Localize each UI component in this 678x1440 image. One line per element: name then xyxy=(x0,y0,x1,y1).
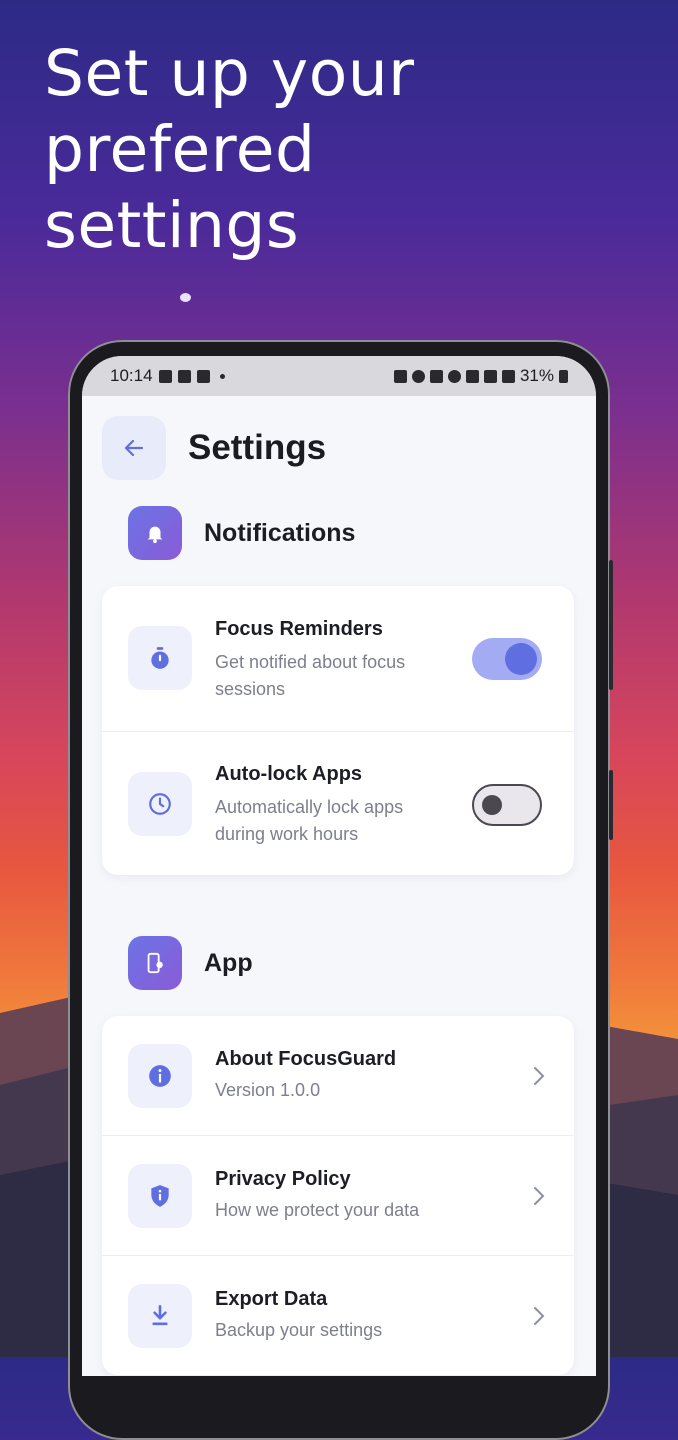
setting-row-auto-lock-apps[interactable]: Auto-lock Apps Automatically lock apps d… xyxy=(102,732,574,875)
setting-row-export-data[interactable]: Export Data Backup your settings xyxy=(102,1256,574,1375)
row-title: Export Data xyxy=(215,1288,328,1310)
row-subtitle-line: Automatically lock apps xyxy=(215,797,404,817)
download-icon xyxy=(128,1284,192,1348)
phone-side-button xyxy=(609,770,613,840)
info-icon xyxy=(128,1044,192,1108)
headline-line-2: settings xyxy=(44,189,300,262)
row-subtitle-line: during work hours xyxy=(215,824,359,844)
phone-side-button xyxy=(609,560,613,690)
device-settings-icon xyxy=(128,936,182,990)
chevron-right-icon xyxy=(534,1187,545,1205)
battery-saver-icon xyxy=(393,369,407,383)
volte-icon xyxy=(465,369,479,383)
mute-icon xyxy=(429,369,443,383)
section-header-notifications: Notifications xyxy=(128,506,355,560)
chevron-right-icon xyxy=(534,1307,545,1325)
back-button[interactable] xyxy=(102,416,166,480)
chevron-right-icon xyxy=(534,1067,545,1085)
shield-icon xyxy=(128,1164,192,1228)
message-icon xyxy=(196,369,210,383)
setting-row-privacy-policy[interactable]: Privacy Policy How we protect your data xyxy=(102,1136,574,1256)
setting-row-focus-reminders[interactable]: Focus Reminders Get notified about focus… xyxy=(102,586,574,732)
phone-screen: 10:14 31% Settings Notifications Focus R… xyxy=(82,356,596,1376)
row-subtitle-line: sessions xyxy=(215,679,286,699)
app-card: About FocusGuard Version 1.0.0 Privacy P… xyxy=(102,1016,574,1375)
signal-icon xyxy=(501,369,515,383)
page-title: Settings xyxy=(188,428,327,467)
notification-icon xyxy=(158,369,172,383)
focus-reminders-toggle[interactable] xyxy=(472,638,542,680)
more-notifications-icon xyxy=(219,373,225,379)
status-time: 10:14 xyxy=(110,366,153,385)
setting-row-about[interactable]: About FocusGuard Version 1.0.0 xyxy=(102,1016,574,1136)
row-text: About FocusGuard Version 1.0.0 xyxy=(215,1048,396,1104)
row-subtitle: Version 1.0.0 xyxy=(215,1080,321,1100)
status-bar: 10:14 31% xyxy=(82,356,596,396)
row-subtitle: Backup your settings xyxy=(215,1320,383,1340)
clock-icon xyxy=(128,772,192,836)
row-subtitle: Automatically lock apps during work hour… xyxy=(215,794,403,848)
headline: Set up your prefered settings xyxy=(44,36,678,264)
row-subtitle-line: Get notified about focus xyxy=(215,652,406,672)
app-bar: Settings xyxy=(102,416,326,480)
row-text: Privacy Policy How we protect your data xyxy=(215,1168,419,1224)
row-text: Export Data Backup your settings xyxy=(215,1288,382,1344)
gallery-icon xyxy=(177,369,191,383)
headline-line-1: Set up your prefered xyxy=(44,37,415,186)
alarm-icon xyxy=(411,369,425,383)
battery-icon xyxy=(559,369,568,383)
toggle-knob xyxy=(505,643,537,675)
row-title: Privacy Policy xyxy=(215,1168,351,1190)
section-header-app: App xyxy=(128,936,253,990)
section-title: Notifications xyxy=(204,518,356,547)
battery-percent: 31% xyxy=(519,366,554,385)
row-title: Auto-lock Apps xyxy=(215,763,363,785)
hotspot-icon xyxy=(447,369,461,383)
stopwatch-icon xyxy=(128,626,192,690)
row-subtitle: How we protect your data xyxy=(215,1200,420,1220)
toggle-knob xyxy=(482,795,502,815)
row-text: Auto-lock Apps Automatically lock apps d… xyxy=(215,763,403,848)
row-text: Focus Reminders Get notified about focus… xyxy=(215,618,405,703)
decorative-dot xyxy=(180,293,191,302)
notifications-card: Focus Reminders Get notified about focus… xyxy=(102,586,574,875)
row-subtitle: Get notified about focus sessions xyxy=(215,649,405,703)
arrow-left-icon xyxy=(124,439,144,457)
row-title: About FocusGuard xyxy=(215,1048,397,1070)
network-4g-icon xyxy=(483,369,497,383)
section-title: App xyxy=(204,948,253,977)
auto-lock-apps-toggle[interactable] xyxy=(472,784,542,826)
row-title: Focus Reminders xyxy=(215,618,383,640)
bell-icon xyxy=(128,506,182,560)
